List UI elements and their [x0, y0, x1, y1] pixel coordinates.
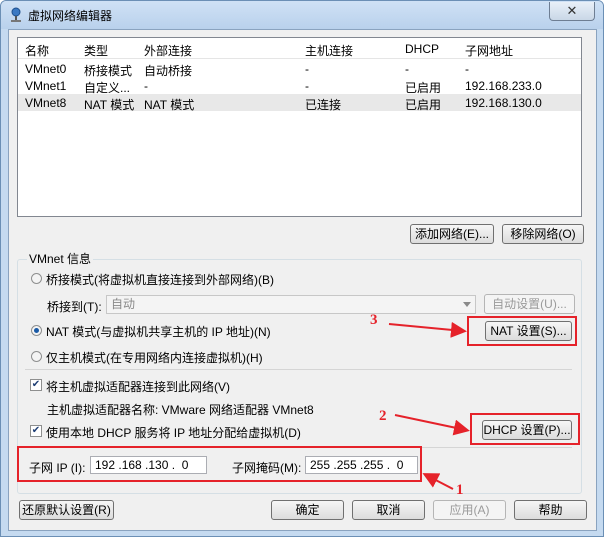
annotation-arrow-3 [388, 321, 467, 338]
annotation-arrows [388, 321, 470, 490]
annotation-arrow-2 [394, 414, 470, 436]
annotation-arrow-1 [422, 473, 454, 490]
virtual-network-editor-window: 虚拟网络编辑器 ✕ 名称 类型 外部连接 主机连接 DHCP 子网地址 VMne… [0, 0, 604, 537]
